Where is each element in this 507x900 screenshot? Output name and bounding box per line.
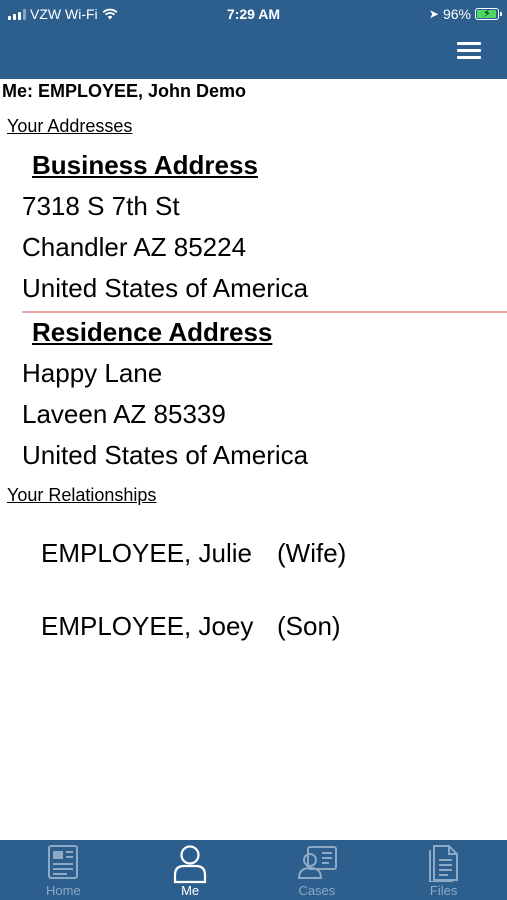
residence-address-heading: Residence Address: [32, 317, 273, 347]
relationship-item-joey[interactable]: EMPLOYEE, Joey (Son): [41, 611, 341, 642]
tab-label: Files: [429, 883, 458, 898]
app-header: VZW Wi-Fi 7:29 AM ➤ 96% ⚡: [0, 0, 507, 79]
relationship-name: EMPLOYEE, Julie: [41, 538, 252, 568]
tab-label: Me: [181, 883, 200, 898]
file-icon: [427, 844, 461, 887]
document-icon: [47, 844, 79, 885]
residence-address-line1: Happy Lane: [22, 358, 163, 388]
status-bar: VZW Wi-Fi 7:29 AM ➤ 96% ⚡: [0, 0, 507, 30]
status-right: ➤ 96% ⚡: [428, 6, 502, 22]
residence-address-line2: Laveen AZ 85339: [22, 399, 226, 429]
battery-icon: ⚡: [475, 8, 502, 20]
business-address-line1: 7318 S 7th St: [22, 191, 180, 221]
your-addresses-link[interactable]: Your Addresses: [7, 116, 132, 137]
tab-files[interactable]: Files: [380, 840, 507, 900]
tab-label: Cases: [298, 883, 336, 898]
tab-label: Home: [46, 883, 81, 898]
tab-home[interactable]: Home: [0, 840, 127, 900]
tab-cases[interactable]: Cases: [254, 840, 381, 900]
relationship-item-julie[interactable]: EMPLOYEE, Julie (Wife): [41, 538, 346, 569]
relationship-type: (Son): [277, 611, 341, 641]
business-address-line3: United States of America: [22, 273, 309, 303]
battery-percent: 96%: [442, 6, 471, 22]
tab-bar: Home Me Cases Files: [0, 840, 507, 900]
id-card-icon: [296, 844, 338, 885]
hamburger-menu-icon[interactable]: [457, 42, 481, 60]
page-title: Me: EMPLOYEE, John Demo: [2, 81, 247, 101]
location-arrow-icon: ➤: [428, 7, 439, 21]
business-address-line2: Chandler AZ 85224: [22, 232, 247, 262]
business-address-heading: Business Address: [32, 150, 258, 180]
your-relationships-link[interactable]: Your Relationships: [7, 485, 156, 506]
address-divider: [22, 311, 507, 313]
tab-me[interactable]: Me: [127, 840, 254, 900]
relationship-type: (Wife): [277, 538, 347, 568]
relationship-name: EMPLOYEE, Joey: [41, 611, 254, 641]
residence-address-line3: United States of America: [22, 440, 309, 470]
